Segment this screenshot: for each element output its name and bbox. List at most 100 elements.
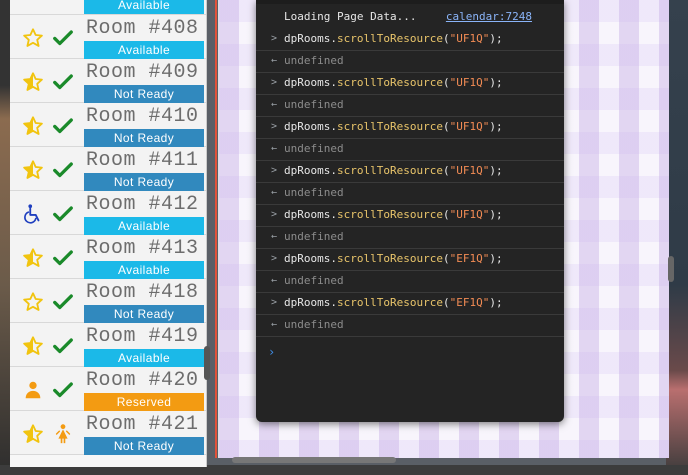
checkmark-icon [52, 115, 74, 137]
room-status-badge: Not Ready [84, 129, 204, 147]
room-row[interactable]: Available [10, 0, 206, 15]
prompt-caret-icon: › [268, 345, 276, 359]
room-row[interactable]: Room #420 Reserved [10, 367, 206, 411]
checkmark-icon [52, 291, 74, 313]
console-command: dpRooms.scrollToResource("UF1Q"); [284, 120, 503, 133]
console-method: scrollToResource [336, 164, 443, 177]
room-icons [22, 159, 78, 183]
console-command: dpRooms.scrollToResource("EF1Q"); [284, 252, 503, 265]
return-arrow-icon: ← [271, 143, 278, 154]
console-result-line: ← undefined [256, 226, 564, 249]
star-outline-icon [22, 291, 44, 313]
console-method: scrollToResource [336, 76, 443, 89]
room-icons [22, 247, 78, 271]
room-name: Room #409 [86, 61, 199, 84]
room-icons [22, 291, 78, 315]
console-result-line: ← undefined [256, 314, 564, 337]
star-half-icon [22, 159, 44, 181]
console-input-line[interactable]: > dpRooms.scrollToResource("EF1Q"); [256, 292, 564, 315]
checkmark-icon [52, 27, 74, 49]
room-status-badge: Available [84, 41, 204, 59]
console-object: dpRooms [284, 296, 331, 309]
room-list-panel: Available Room #408 Available Room #409 No… [10, 0, 207, 467]
star-half-icon [22, 423, 44, 445]
devtools-console: Loading Page Data... calendar:7248 > dpR… [256, 0, 564, 422]
console-input-line[interactable]: > dpRooms.scrollToResource("UF1Q"); [256, 160, 564, 183]
console-result: undefined [284, 54, 344, 67]
person-icon [22, 379, 44, 401]
room-name: Room #418 [86, 281, 199, 304]
calendar-horizontal-scrollbar[interactable] [232, 457, 396, 463]
console-prompt[interactable]: › [256, 341, 564, 363]
console-object: dpRooms [284, 208, 331, 221]
room-row[interactable]: Room #419 Available [10, 323, 206, 367]
console-object: dpRooms [284, 32, 331, 45]
room-name: Room #412 [86, 193, 199, 216]
chevron-right-icon: > [271, 165, 278, 176]
console-object: dpRooms [284, 76, 331, 89]
room-status-badge: Reserved [84, 393, 204, 411]
room-row[interactable]: Room #408 Available [10, 15, 206, 59]
console-method: scrollToResource [336, 208, 443, 221]
room-row[interactable]: Room #421 Not Ready [10, 411, 206, 455]
console-object: dpRooms [284, 120, 331, 133]
checkmark-icon [52, 159, 74, 181]
console-command: dpRooms.scrollToResource("UF1Q"); [284, 32, 503, 45]
console-result-line: ← undefined [256, 50, 564, 73]
console-input-line[interactable]: > dpRooms.scrollToResource("UF1Q"); [256, 72, 564, 95]
console-source-link[interactable]: calendar:7248 [446, 6, 532, 28]
room-icons [22, 335, 78, 359]
desktop-background-right [666, 0, 688, 475]
room-name: Room #411 [86, 149, 199, 172]
console-command: dpRooms.scrollToResource("EF1Q"); [284, 296, 503, 309]
room-row[interactable]: Room #418 Not Ready [10, 279, 206, 323]
console-argument: "UF1Q" [449, 164, 490, 177]
console-input-line[interactable]: > dpRooms.scrollToResource("EF1Q"); [256, 248, 564, 271]
room-status-badge: Not Ready [84, 173, 204, 191]
checkmark-icon [52, 335, 74, 357]
console-input-line[interactable]: > dpRooms.scrollToResource("UF1Q"); [256, 28, 564, 51]
room-status-badge: Available [84, 261, 204, 279]
return-arrow-icon: ← [271, 275, 278, 286]
room-list-scrollbar[interactable] [204, 346, 210, 380]
console-input-line[interactable]: > dpRooms.scrollToResource("UF1Q"); [256, 204, 564, 227]
console-result: undefined [284, 186, 344, 199]
console-argument: "EF1Q" [449, 252, 490, 265]
console-result: undefined [284, 274, 344, 287]
star-outline-icon [22, 27, 44, 49]
console-result: undefined [284, 318, 344, 331]
room-name: Room #413 [86, 237, 199, 260]
room-icons [22, 423, 78, 447]
room-row[interactable]: Room #411 Not Ready [10, 147, 206, 191]
room-row[interactable]: Room #413 Available [10, 235, 206, 279]
console-method: scrollToResource [336, 252, 443, 265]
room-icons [22, 27, 78, 51]
return-arrow-icon: ← [271, 319, 278, 330]
console-command: dpRooms.scrollToResource("UF1Q"); [284, 76, 503, 89]
console-command: dpRooms.scrollToResource("UF1Q"); [284, 164, 503, 177]
chevron-right-icon: > [271, 33, 278, 44]
console-method: scrollToResource [336, 120, 443, 133]
star-half-icon [22, 247, 44, 269]
room-row[interactable]: Room #410 Not Ready [10, 103, 206, 147]
console-result: undefined [284, 230, 344, 243]
room-status-badge: Available [84, 0, 204, 14]
console-input-line[interactable]: > dpRooms.scrollToResource("UF1Q"); [256, 116, 564, 139]
room-row[interactable]: Room #409 Not Ready [10, 59, 206, 103]
star-half-icon [22, 335, 44, 357]
wheelchair-icon [22, 203, 44, 225]
chevron-right-icon: > [271, 253, 278, 264]
console-result: undefined [284, 142, 344, 155]
child-icon [52, 423, 74, 445]
room-row[interactable]: Room #412 Available [10, 191, 206, 235]
room-icons [22, 71, 78, 95]
room-icons [22, 203, 78, 227]
calendar-vertical-scrollbar[interactable] [668, 256, 674, 282]
console-result-line: ← undefined [256, 94, 564, 117]
console-result-line: ← undefined [256, 270, 564, 293]
console-result-line: ← undefined [256, 138, 564, 161]
room-status-badge: Not Ready [84, 305, 204, 323]
checkmark-icon [52, 71, 74, 93]
chevron-right-icon: > [271, 77, 278, 88]
console-argument: "EF1Q" [449, 296, 490, 309]
